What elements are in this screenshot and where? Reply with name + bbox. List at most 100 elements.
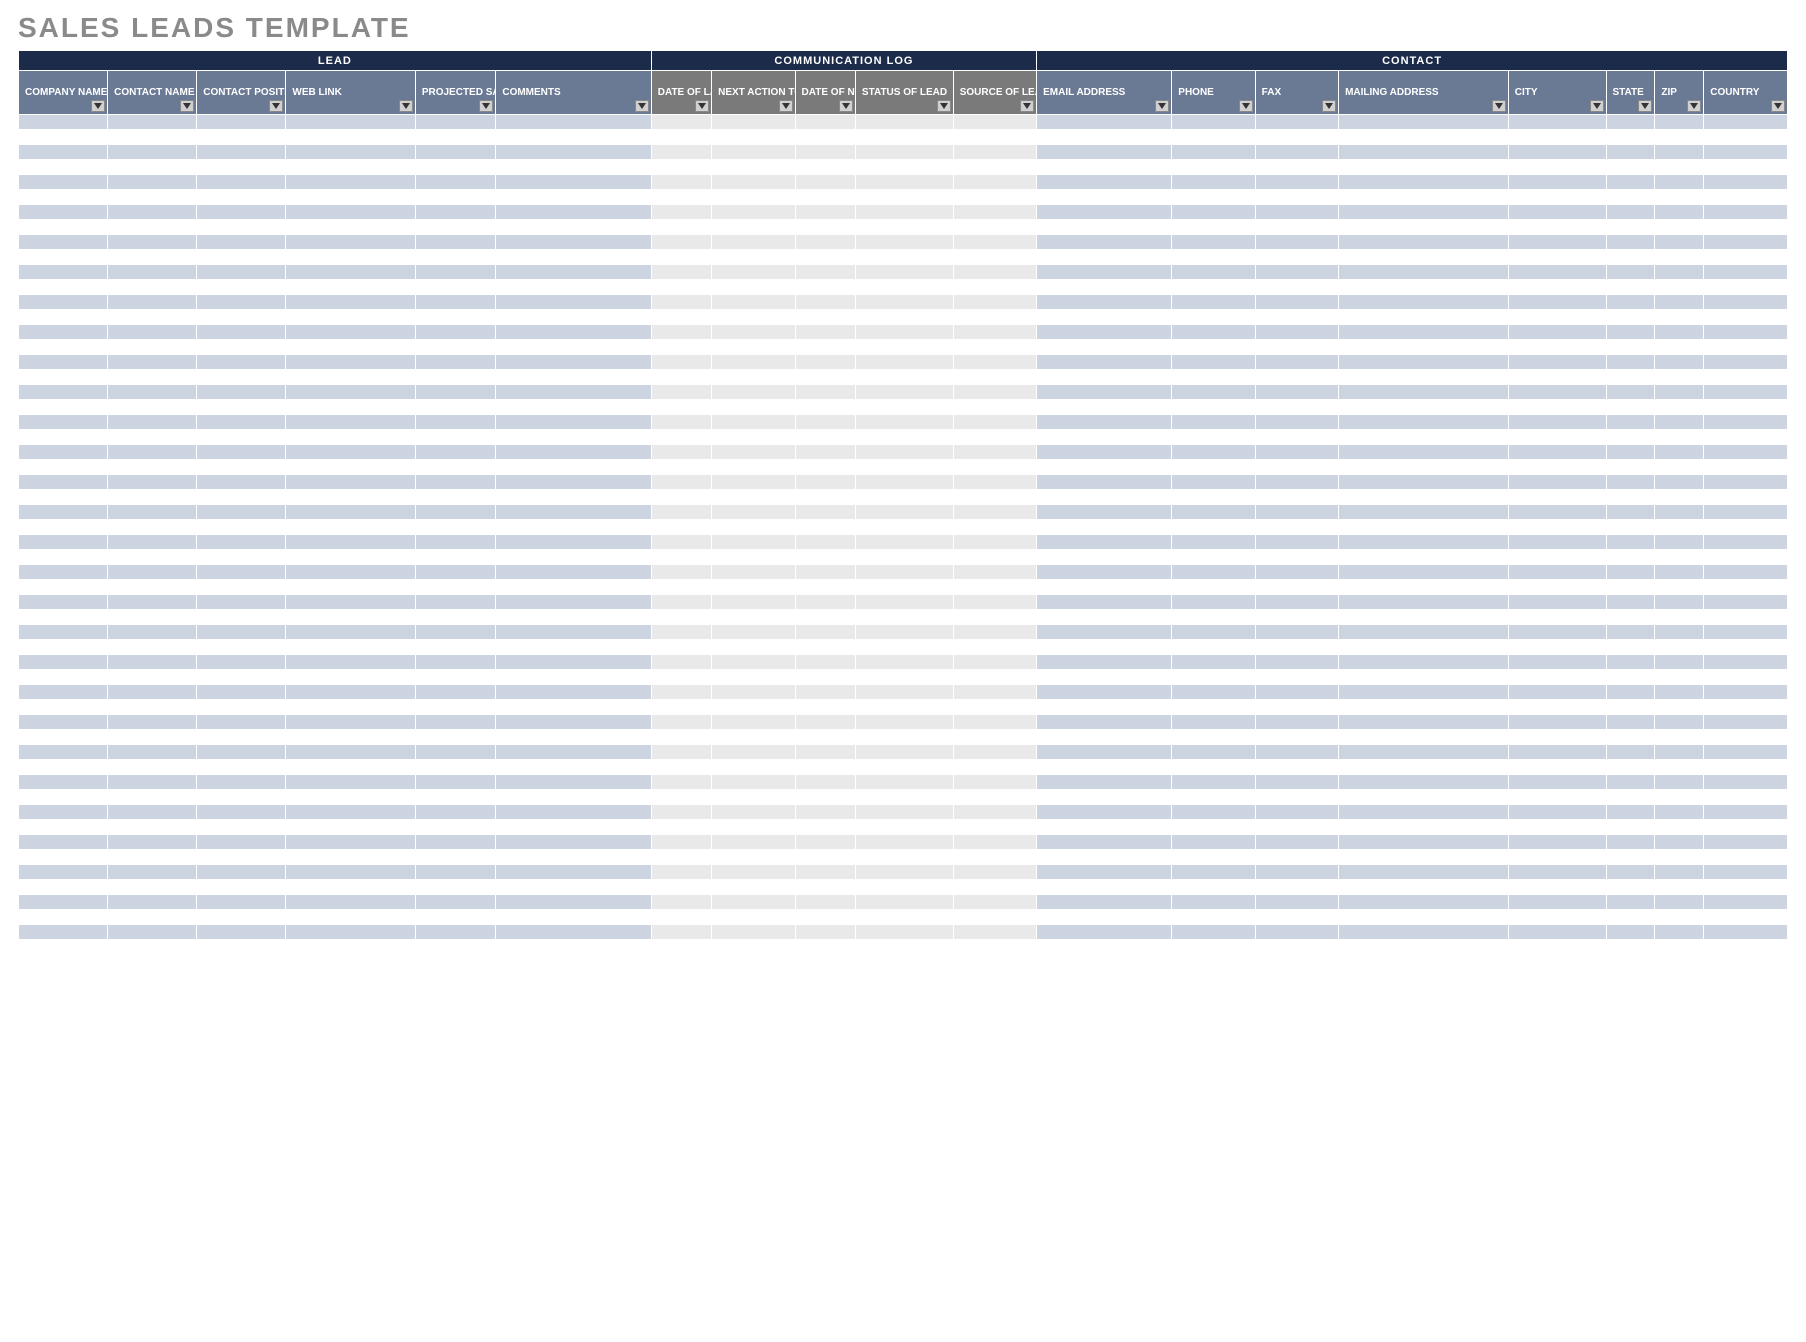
cell[interactable] — [855, 385, 953, 400]
cell[interactable] — [855, 265, 953, 280]
cell[interactable] — [1606, 700, 1655, 715]
cell[interactable] — [1606, 160, 1655, 175]
cell[interactable] — [1606, 295, 1655, 310]
cell[interactable] — [1655, 265, 1704, 280]
column-header[interactable]: DATE OF LAST CONTACT — [651, 71, 711, 115]
cell[interactable] — [19, 235, 108, 250]
cell[interactable] — [415, 160, 496, 175]
cell[interactable] — [1255, 745, 1338, 760]
cell[interactable] — [19, 700, 108, 715]
cell[interactable] — [108, 295, 197, 310]
cell[interactable] — [712, 520, 795, 535]
cell[interactable] — [19, 430, 108, 445]
cell[interactable] — [1606, 655, 1655, 670]
cell[interactable] — [415, 115, 496, 130]
cell[interactable] — [286, 130, 415, 145]
cell[interactable] — [1655, 400, 1704, 415]
cell[interactable] — [286, 295, 415, 310]
cell[interactable] — [1508, 670, 1606, 685]
cell[interactable] — [19, 940, 108, 955]
cell[interactable] — [19, 685, 108, 700]
cell[interactable] — [496, 790, 651, 805]
cell[interactable] — [1508, 580, 1606, 595]
cell[interactable] — [651, 805, 711, 820]
cell[interactable] — [496, 490, 651, 505]
cell[interactable] — [1655, 415, 1704, 430]
cell[interactable] — [19, 460, 108, 475]
cell[interactable] — [1508, 400, 1606, 415]
cell[interactable] — [1508, 775, 1606, 790]
cell[interactable] — [197, 145, 286, 160]
cell[interactable] — [795, 310, 855, 325]
cell[interactable] — [1172, 790, 1255, 805]
cell[interactable] — [1508, 310, 1606, 325]
cell[interactable] — [286, 355, 415, 370]
cell[interactable] — [855, 355, 953, 370]
cell[interactable] — [19, 310, 108, 325]
cell[interactable] — [1172, 145, 1255, 160]
cell[interactable] — [1037, 400, 1172, 415]
cell[interactable] — [795, 250, 855, 265]
cell[interactable] — [415, 610, 496, 625]
cell[interactable] — [286, 340, 415, 355]
cell[interactable] — [1606, 355, 1655, 370]
cell[interactable] — [855, 520, 953, 535]
cell[interactable] — [1606, 820, 1655, 835]
cell[interactable] — [415, 235, 496, 250]
cell[interactable] — [1037, 925, 1172, 940]
cell[interactable] — [1255, 550, 1338, 565]
cell[interactable] — [651, 385, 711, 400]
cell[interactable] — [496, 265, 651, 280]
cell[interactable] — [1255, 625, 1338, 640]
cell[interactable] — [496, 625, 651, 640]
cell[interactable] — [108, 115, 197, 130]
cell[interactable] — [651, 220, 711, 235]
cell[interactable] — [286, 835, 415, 850]
cell[interactable] — [1704, 175, 1788, 190]
cell[interactable] — [1606, 400, 1655, 415]
cell[interactable] — [1172, 370, 1255, 385]
cell[interactable] — [1508, 430, 1606, 445]
cell[interactable] — [286, 115, 415, 130]
cell[interactable] — [712, 715, 795, 730]
cell[interactable] — [712, 625, 795, 640]
cell[interactable] — [1508, 640, 1606, 655]
cell[interactable] — [197, 415, 286, 430]
cell[interactable] — [1704, 220, 1788, 235]
cell[interactable] — [415, 340, 496, 355]
cell[interactable] — [415, 685, 496, 700]
cell[interactable] — [108, 625, 197, 640]
cell[interactable] — [953, 565, 1036, 580]
filter-dropdown-icon[interactable] — [1020, 100, 1034, 112]
cell[interactable] — [1255, 565, 1338, 580]
cell[interactable] — [1172, 910, 1255, 925]
cell[interactable] — [953, 925, 1036, 940]
cell[interactable] — [496, 820, 651, 835]
cell[interactable] — [197, 325, 286, 340]
cell[interactable] — [953, 535, 1036, 550]
cell[interactable] — [19, 535, 108, 550]
cell[interactable] — [1655, 820, 1704, 835]
cell[interactable] — [496, 385, 651, 400]
cell[interactable] — [19, 895, 108, 910]
cell[interactable] — [855, 505, 953, 520]
cell[interactable] — [286, 850, 415, 865]
cell[interactable] — [1172, 235, 1255, 250]
cell[interactable] — [1655, 490, 1704, 505]
cell[interactable] — [415, 655, 496, 670]
cell[interactable] — [197, 910, 286, 925]
cell[interactable] — [1037, 670, 1172, 685]
cell[interactable] — [1037, 790, 1172, 805]
cell[interactable] — [855, 475, 953, 490]
cell[interactable] — [712, 265, 795, 280]
cell[interactable] — [1339, 130, 1509, 145]
cell[interactable] — [651, 445, 711, 460]
cell[interactable] — [712, 835, 795, 850]
cell[interactable] — [286, 865, 415, 880]
cell[interactable] — [1606, 130, 1655, 145]
cell[interactable] — [1339, 160, 1509, 175]
cell[interactable] — [1655, 715, 1704, 730]
cell[interactable] — [1255, 280, 1338, 295]
cell[interactable] — [496, 325, 651, 340]
cell[interactable] — [953, 775, 1036, 790]
